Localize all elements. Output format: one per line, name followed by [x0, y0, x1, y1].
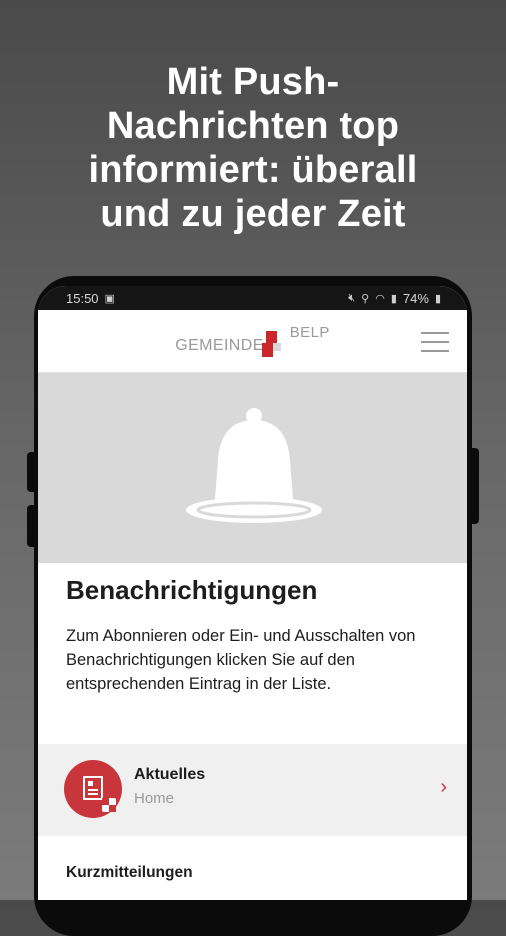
page-title: Benachrichtigungen — [66, 575, 318, 605]
section-title-kurzmitteilungen: Kurzmitteilungen — [66, 864, 193, 881]
app-bar: GEMEINDE BELP — [38, 310, 467, 373]
logo-text-belp: BELP — [289, 324, 330, 341]
promo-line-2: Nachrichten top — [106, 105, 400, 147]
gemeinde-belp-logo[interactable]: GEMEINDE BELP — [175, 321, 330, 361]
list-item-subtitle: Home — [134, 790, 175, 807]
status-time: 15:50 — [66, 290, 99, 306]
list-item-title: Aktuelles — [134, 766, 206, 783]
phone-screen: 15:50 ▣ 🔇︎ ⚲ ◠ ▮ 74% ▮ GEMEINDE BELP Ben… — [38, 286, 467, 900]
chevron-right-icon: › — [440, 776, 447, 798]
content: Benachrichtigungen Zum Abonnieren oder E… — [38, 563, 467, 696]
news-icon — [64, 760, 122, 818]
status-bar: 15:50 ▣ 🔇︎ ⚲ ◠ ▮ 74% ▮ — [38, 286, 467, 310]
promo-headline: Mit Push- Nachrichten top informiert: üb… — [0, 60, 506, 236]
mute-icon: 🔇︎ — [348, 291, 356, 304]
list-item-aktuelles[interactable]: Aktuelles Home › — [38, 744, 467, 836]
belp-badge-icon — [102, 798, 116, 812]
menu-icon[interactable] — [421, 332, 449, 352]
battery-icon: ▮ — [434, 292, 441, 305]
logo-text-gemeinde: GEMEINDE — [175, 337, 264, 354]
promo-line-1: Mit Push- — [166, 61, 340, 103]
bell-icon — [186, 408, 322, 523]
notification-hero-image — [38, 373, 467, 563]
promo-line-4: und zu jeder Zeit — [100, 193, 406, 235]
location-icon: ⚲ — [361, 292, 370, 305]
page-description: Zum Abonnieren oder Ein- und Ausschalten… — [66, 627, 416, 693]
battery-percent: 74% — [402, 290, 429, 306]
screenshot-icon: ▣ — [104, 292, 115, 305]
logo-mark-icon — [261, 331, 288, 361]
promo-line-3: informiert: überall — [88, 149, 418, 191]
wifi-icon: ◠ — [375, 292, 385, 305]
signal-icon: ▮ — [390, 292, 397, 305]
